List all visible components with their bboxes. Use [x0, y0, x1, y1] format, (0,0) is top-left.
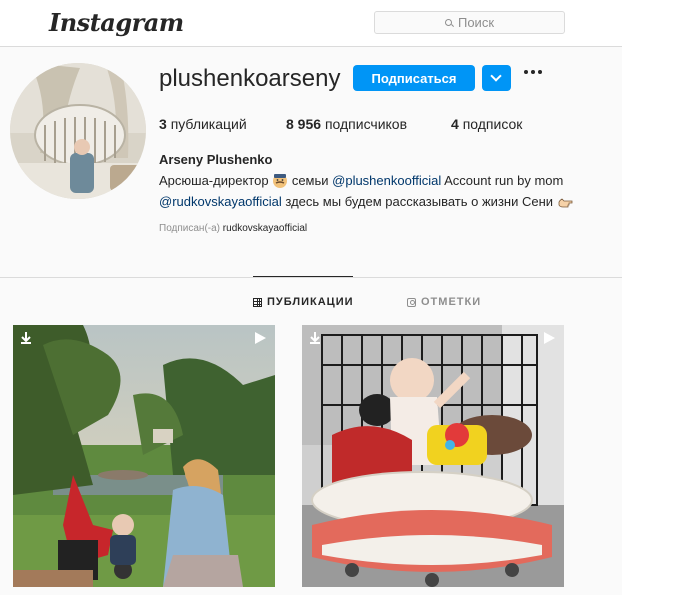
bio-line-2: @rudkovskayaofficial здесь мы будем расс… — [159, 191, 619, 212]
instagram-logo[interactable]: Instagram — [49, 8, 184, 37]
mention-link[interactable]: @plushenkoofficial — [332, 173, 441, 188]
followed-by-user-link[interactable]: rudkovskayaofficial — [223, 223, 307, 234]
post-image — [13, 325, 275, 587]
grid-icon — [253, 297, 262, 307]
more-options-icon[interactable] — [524, 70, 542, 74]
active-tab-indicator — [253, 276, 353, 277]
igtv-icon — [21, 332, 31, 344]
bio-line-1: Арсюша-директор семьи @plushenkoofficial… — [159, 173, 564, 188]
pointing-hand-emoji-icon — [558, 198, 573, 208]
search-placeholder: Поиск — [457, 15, 495, 30]
profile-username: plushenkoarseny — [159, 65, 341, 92]
mention-link[interactable]: @rudkovskayaofficial — [159, 194, 282, 209]
post-image — [302, 325, 564, 587]
post-thumbnail[interactable] — [302, 325, 564, 587]
top-navigation-bar: Instagram Поиск — [0, 0, 622, 47]
search-input[interactable]: Поиск — [374, 11, 565, 34]
avatar[interactable] — [10, 63, 146, 199]
mustache-face-emoji-icon — [273, 174, 288, 188]
followers-count[interactable]: 8 956 подписчиков — [286, 116, 407, 132]
profile-page: plushenkoarseny Подписаться 3 публикаций… — [0, 47, 622, 595]
search-icon — [444, 18, 453, 27]
post-thumbnail[interactable] — [13, 325, 275, 587]
posts-count: 3 публикаций — [159, 116, 247, 132]
following-count[interactable]: 4 подписок — [451, 116, 522, 132]
tab-tagged[interactable]: ОТМЕТКИ — [407, 296, 481, 308]
chevron-down-icon — [490, 70, 502, 82]
igtv-icon — [310, 332, 320, 344]
video-icon — [544, 332, 555, 344]
video-icon — [255, 332, 266, 344]
follow-button[interactable]: Подписаться — [353, 65, 475, 91]
tab-publications[interactable]: ПУБЛИКАЦИИ — [253, 296, 354, 308]
tabs-divider — [0, 277, 622, 278]
suggestions-dropdown-button[interactable] — [482, 65, 511, 91]
followed-by: Подписан(-а) rudkovskayaofficial — [159, 223, 308, 234]
tag-icon — [407, 297, 416, 307]
profile-full-name: Arseny Plushenko — [159, 152, 273, 167]
